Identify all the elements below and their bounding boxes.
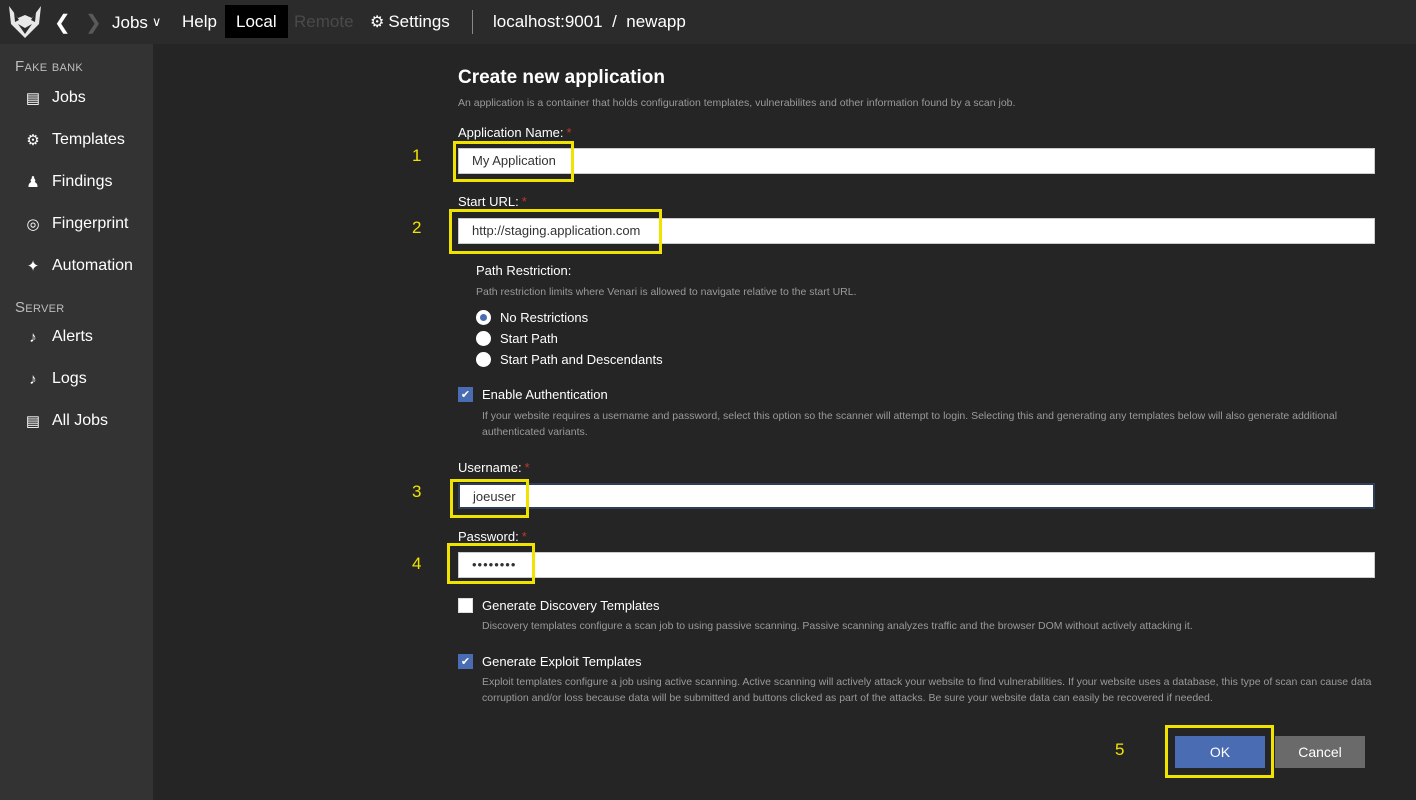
sidebar-section-fake-bank: Fake bank <box>15 58 83 75</box>
exploit-label: Generate Exploit Templates <box>482 653 642 669</box>
chevron-down-icon: ∨ <box>151 14 162 29</box>
radio-label: Start Path <box>500 330 558 346</box>
discovery-checkbox-row[interactable]: Generate Discovery Templates <box>458 595 660 615</box>
sidebar-section-server: Server <box>15 299 65 316</box>
username-label: Username: * <box>458 460 530 475</box>
start-url-label: Start URL: * <box>458 194 527 209</box>
username-input[interactable]: joeuser <box>458 483 1375 509</box>
fox-logo-icon[interactable] <box>6 4 44 40</box>
sidebar-item-logs[interactable]: ♪ Logs <box>22 367 87 391</box>
remote-tab[interactable]: Remote <box>294 0 354 44</box>
radio-button[interactable] <box>476 330 491 346</box>
briefcase-icon: ▤ <box>25 413 41 430</box>
sidebar-item-label: All Jobs <box>52 412 109 429</box>
discovery-desc: Discovery templates configure a scan job… <box>482 620 1193 632</box>
sidebar-item-label: Templates <box>52 131 125 148</box>
username-label-text: Username: <box>458 460 522 475</box>
help-menu[interactable]: Help <box>182 0 217 44</box>
sidebar-item-label: Fingerprint <box>52 215 129 232</box>
sidebar-item-fingerprint[interactable]: ◎ Fingerprint <box>22 212 128 236</box>
bell-icon: ♪ <box>29 370 37 388</box>
radio-label: No Restrictions <box>500 309 589 325</box>
exploit-checkbox[interactable]: ✔ <box>458 653 473 669</box>
discovery-checkbox[interactable] <box>458 597 473 613</box>
enable-auth-label: Enable Authentication <box>482 386 608 402</box>
gear-icon: ⚙ <box>370 14 385 31</box>
annotation-number: 3 <box>412 482 422 501</box>
gears-icon: ⚙ <box>26 132 40 149</box>
sidebar-item-automation[interactable]: ✦ Automation <box>22 254 133 278</box>
back-icon[interactable]: ❮ <box>54 10 71 35</box>
jobs-menu-label: Jobs <box>112 13 148 32</box>
cancel-button[interactable]: Cancel <box>1275 736 1365 768</box>
page-title: Create new application <box>458 67 665 88</box>
jobs-menu[interactable]: Jobs ∨ <box>112 0 161 44</box>
magic-wand-icon: ✦ <box>26 258 40 275</box>
spy-icon: ♟ <box>26 174 40 191</box>
sidebar-item-label: Automation <box>52 257 133 274</box>
briefcase-icon: ▤ <box>25 90 41 107</box>
sidebar-item-all-jobs[interactable]: ▤ All Jobs <box>22 409 108 433</box>
annotation-number: 1 <box>412 146 422 165</box>
sidebar-item-findings[interactable]: ♟ Findings <box>22 170 112 194</box>
top-bar: ❮ ❯ Jobs ∨ Help Local Remote ⚙ Settings lo… <box>0 0 1416 44</box>
required-mark: * <box>521 194 527 209</box>
required-mark: * <box>521 529 527 544</box>
path-restriction-label: Path Restriction: <box>476 263 572 278</box>
sidebar: Fake bank ▤ Jobs ⚙ Templates ♟ Findings ◎ Fi… <box>0 44 153 800</box>
enable-auth-checkbox[interactable]: ✔ <box>458 386 473 402</box>
exploit-desc: Exploit templates configure a job using … <box>482 676 1372 704</box>
settings-menu[interactable]: ⚙ Settings <box>370 0 450 44</box>
required-mark: * <box>524 460 530 475</box>
page-subtitle: An application is a container that holds… <box>458 97 1016 109</box>
forward-icon[interactable]: ❯ <box>85 10 102 35</box>
enable-auth-desc: If your website requires a username and … <box>482 410 1338 438</box>
discovery-label: Generate Discovery Templates <box>482 597 660 613</box>
breadcrumb: localhost:9001 / newapp <box>493 12 686 31</box>
annotation-box <box>453 141 574 182</box>
app-name-label-text: Application Name: <box>458 125 564 140</box>
annotation-box <box>450 479 529 518</box>
enable-auth-checkbox-row[interactable]: ✔ Enable Authentication <box>458 384 608 404</box>
fingerprint-icon: ◎ <box>26 216 40 233</box>
required-mark: * <box>566 125 572 140</box>
sidebar-item-label: Logs <box>52 370 87 387</box>
radio-button[interactable] <box>476 309 491 325</box>
radio-start-path[interactable]: Start Path <box>476 328 558 348</box>
password-label-text: Password: <box>458 529 519 544</box>
divider <box>472 10 473 34</box>
sidebar-item-label: Jobs <box>52 89 86 106</box>
radio-button[interactable] <box>476 351 491 367</box>
annotation-number: 5 <box>1115 740 1125 759</box>
app-name-label: Application Name: * <box>458 125 572 140</box>
radio-no-restrictions[interactable]: No Restrictions <box>476 307 588 327</box>
annotation-box <box>449 209 662 254</box>
password-label: Password: * <box>458 529 527 544</box>
sidebar-item-templates[interactable]: ⚙ Templates <box>22 128 125 152</box>
settings-label: Settings <box>388 12 450 31</box>
exploit-checkbox-row[interactable]: ✔ Generate Exploit Templates <box>458 651 641 671</box>
annotation-box <box>1165 725 1274 778</box>
password-input[interactable]: •••••••• <box>458 552 1375 578</box>
annotation-number: 2 <box>412 218 422 237</box>
sidebar-item-jobs[interactable]: ▤ Jobs <box>22 86 86 110</box>
sidebar-item-alerts[interactable]: ♪ Alerts <box>22 325 93 349</box>
sidebar-item-label: Findings <box>52 173 113 190</box>
radio-label: Start Path and Descendants <box>500 351 663 367</box>
path-restriction-desc: Path restriction limits where Venari is … <box>476 286 857 298</box>
bell-icon: ♪ <box>29 328 37 346</box>
radio-start-path-descendants[interactable]: Start Path and Descendants <box>476 349 663 369</box>
start-url-label-text: Start URL: <box>458 194 519 209</box>
app-name-input[interactable]: My Application <box>458 148 1375 174</box>
annotation-number: 4 <box>412 554 422 573</box>
annotation-box <box>447 543 535 584</box>
local-tab[interactable]: Local <box>225 5 288 38</box>
sidebar-item-label: Alerts <box>52 328 93 345</box>
